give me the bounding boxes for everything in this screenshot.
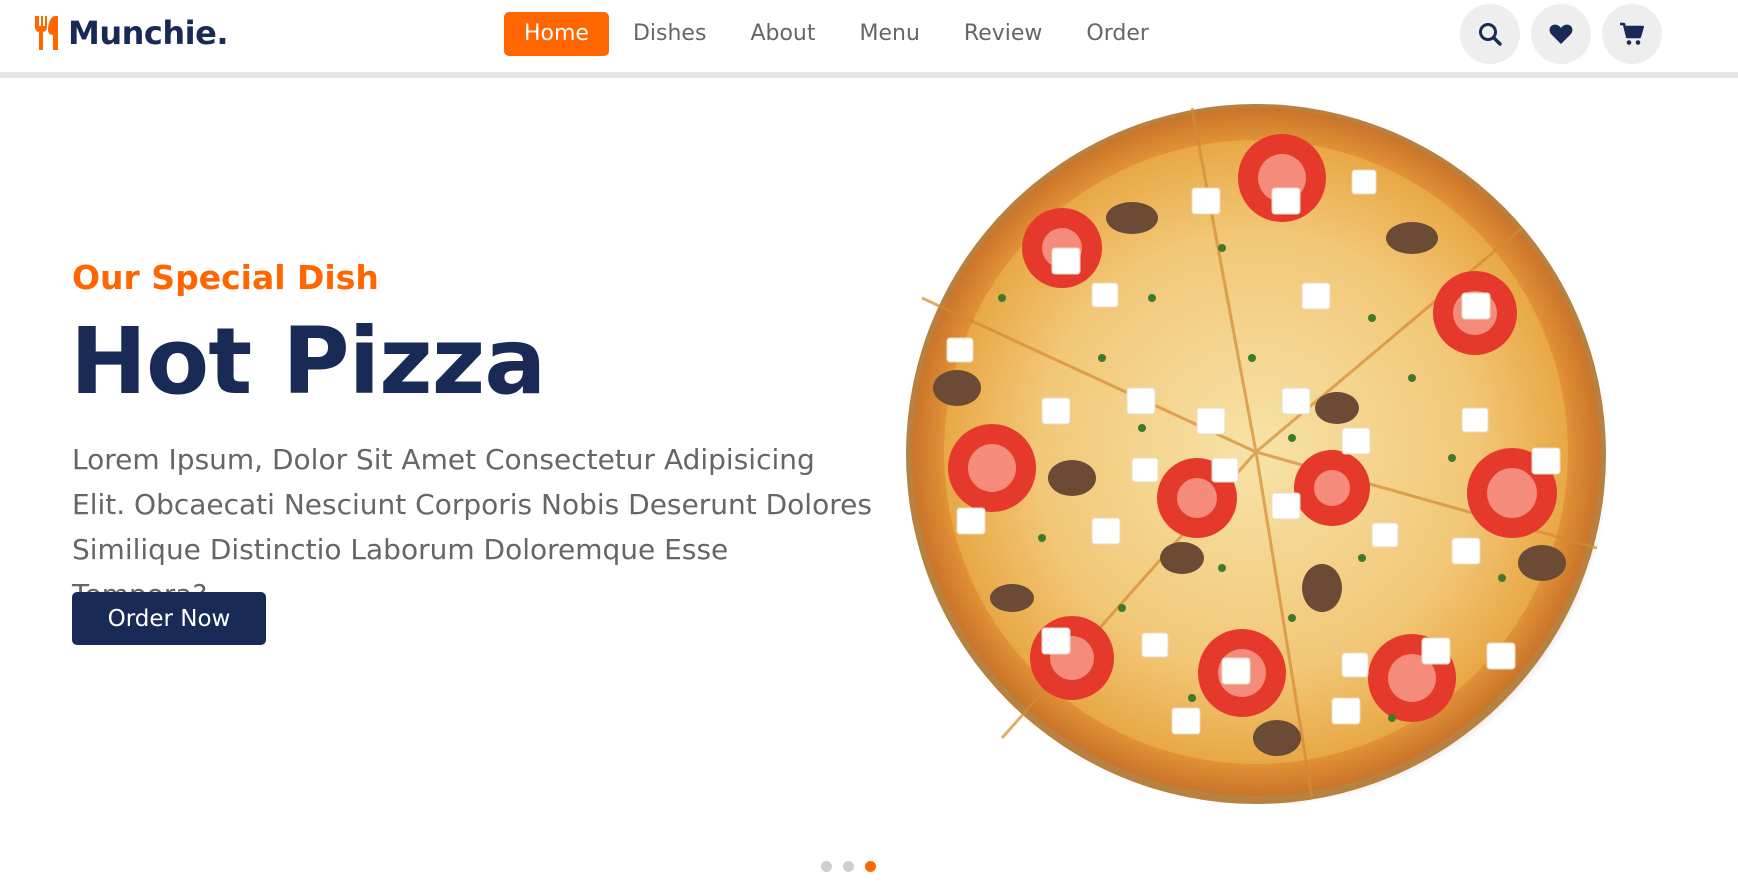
nav-home[interactable]: Home [504,12,609,56]
main-nav: Home Dishes About Menu Review Order [504,12,1173,56]
nav-review[interactable]: Review [944,12,1063,56]
nav-about[interactable]: About [730,12,835,56]
hero-subtitle: Our Special Dish [72,258,379,297]
hero-description: Lorem Ipsum, Dolor Sit Amet Consectetur … [72,443,872,611]
nav-order[interactable]: Order [1066,12,1169,56]
nav-menu[interactable]: Menu [839,12,939,56]
pagination-dot-3-active[interactable] [865,861,876,872]
logo-text: Munchie. [68,14,228,52]
cart-icon [1620,22,1644,45]
nav-dishes[interactable]: Dishes [613,12,726,56]
cart-button[interactable] [1602,4,1662,64]
order-now-button[interactable]: Order Now [72,592,266,645]
logo-link[interactable]: Munchie. [32,10,228,56]
pagination-dot-2[interactable] [843,861,854,872]
pagination-dot-1[interactable] [821,861,832,872]
hero-title: Hot Pizza [70,308,546,415]
wishlist-button[interactable] [1531,4,1591,64]
search-button[interactable] [1460,4,1520,64]
heart-icon [1549,24,1573,44]
pizza-image [892,98,1608,806]
search-icon [1479,23,1502,46]
header-icons [1460,4,1673,64]
site-header: Munchie. Home Dishes About Menu Review O… [0,0,1738,78]
carousel-pagination [821,861,887,872]
utensils-icon [35,16,58,50]
